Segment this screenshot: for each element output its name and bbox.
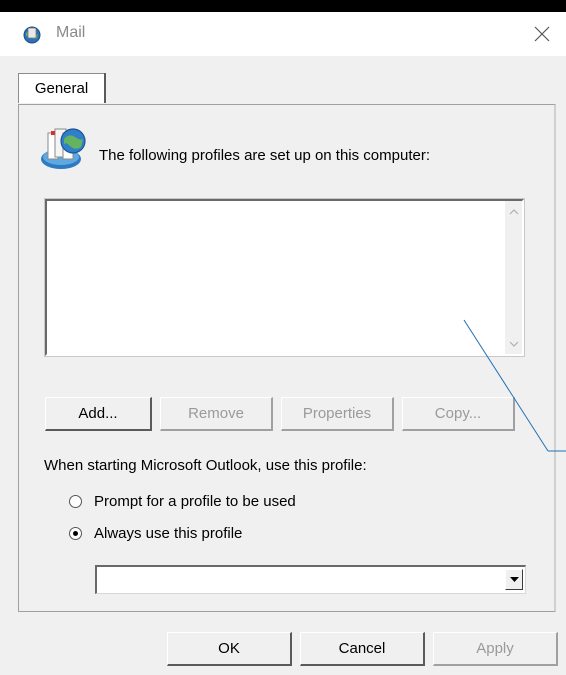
copy-button-label: Copy... <box>434 405 482 422</box>
window-title: Mail <box>56 24 86 41</box>
apply-button[interactable]: Apply <box>433 632 558 666</box>
chevron-up-icon <box>509 208 518 214</box>
radio-always-label: Always use this profile <box>94 525 243 542</box>
close-button[interactable] <box>518 12 566 56</box>
profile-dropdown[interactable] <box>95 565 526 594</box>
general-panel: The following profiles are set up on thi… <box>18 104 556 612</box>
startup-profile-label: When starting Microsoft Outlook, use thi… <box>44 457 367 474</box>
remove-button-label: Remove <box>188 405 244 422</box>
chevron-down-icon <box>509 341 518 347</box>
apply-button-label: Apply <box>476 640 514 657</box>
profiles-intro-text: The following profiles are set up on thi… <box>99 147 431 164</box>
tab-edge <box>104 73 106 103</box>
add-profile-button[interactable]: Add... <box>45 397 152 431</box>
scroll-up-button[interactable] <box>505 201 522 221</box>
tab-general-label: General <box>34 80 89 97</box>
radio-always-profile[interactable]: Always use this profile <box>69 525 242 542</box>
ok-button-label: OK <box>218 640 240 657</box>
dropdown-triangle-icon <box>509 576 519 582</box>
title-bar[interactable]: Mail <box>0 12 566 56</box>
close-icon <box>534 26 550 42</box>
mail-profiles-icon <box>41 128 86 169</box>
cancel-button-label: Cancel <box>338 640 386 657</box>
properties-button-label: Properties <box>302 405 372 422</box>
profiles-list[interactable] <box>44 198 525 357</box>
ok-button[interactable]: OK <box>167 632 292 666</box>
remove-profile-button[interactable]: Remove <box>160 397 273 431</box>
add-button-label: Add... <box>78 405 118 422</box>
radio-prompt-label: Prompt for a profile to be used <box>94 493 296 510</box>
tab-general[interactable]: General <box>18 73 105 103</box>
cancel-button[interactable]: Cancel <box>300 632 425 666</box>
profiles-scrollbar[interactable] <box>505 201 522 354</box>
mail-dialog: Mail General The following profiles are … <box>0 12 566 675</box>
radio-always-button[interactable] <box>69 527 82 540</box>
dialog-footer: OK Cancel Apply <box>0 632 566 675</box>
radio-prompt-button[interactable] <box>69 495 82 508</box>
scroll-down-button[interactable] <box>505 334 522 354</box>
radio-prompt-profile[interactable]: Prompt for a profile to be used <box>69 493 296 510</box>
dropdown-arrow-button[interactable] <box>505 569 523 590</box>
mail-globe-icon <box>23 26 41 44</box>
copy-profile-button[interactable]: Copy... <box>402 397 515 431</box>
profile-properties-button[interactable]: Properties <box>281 397 394 431</box>
